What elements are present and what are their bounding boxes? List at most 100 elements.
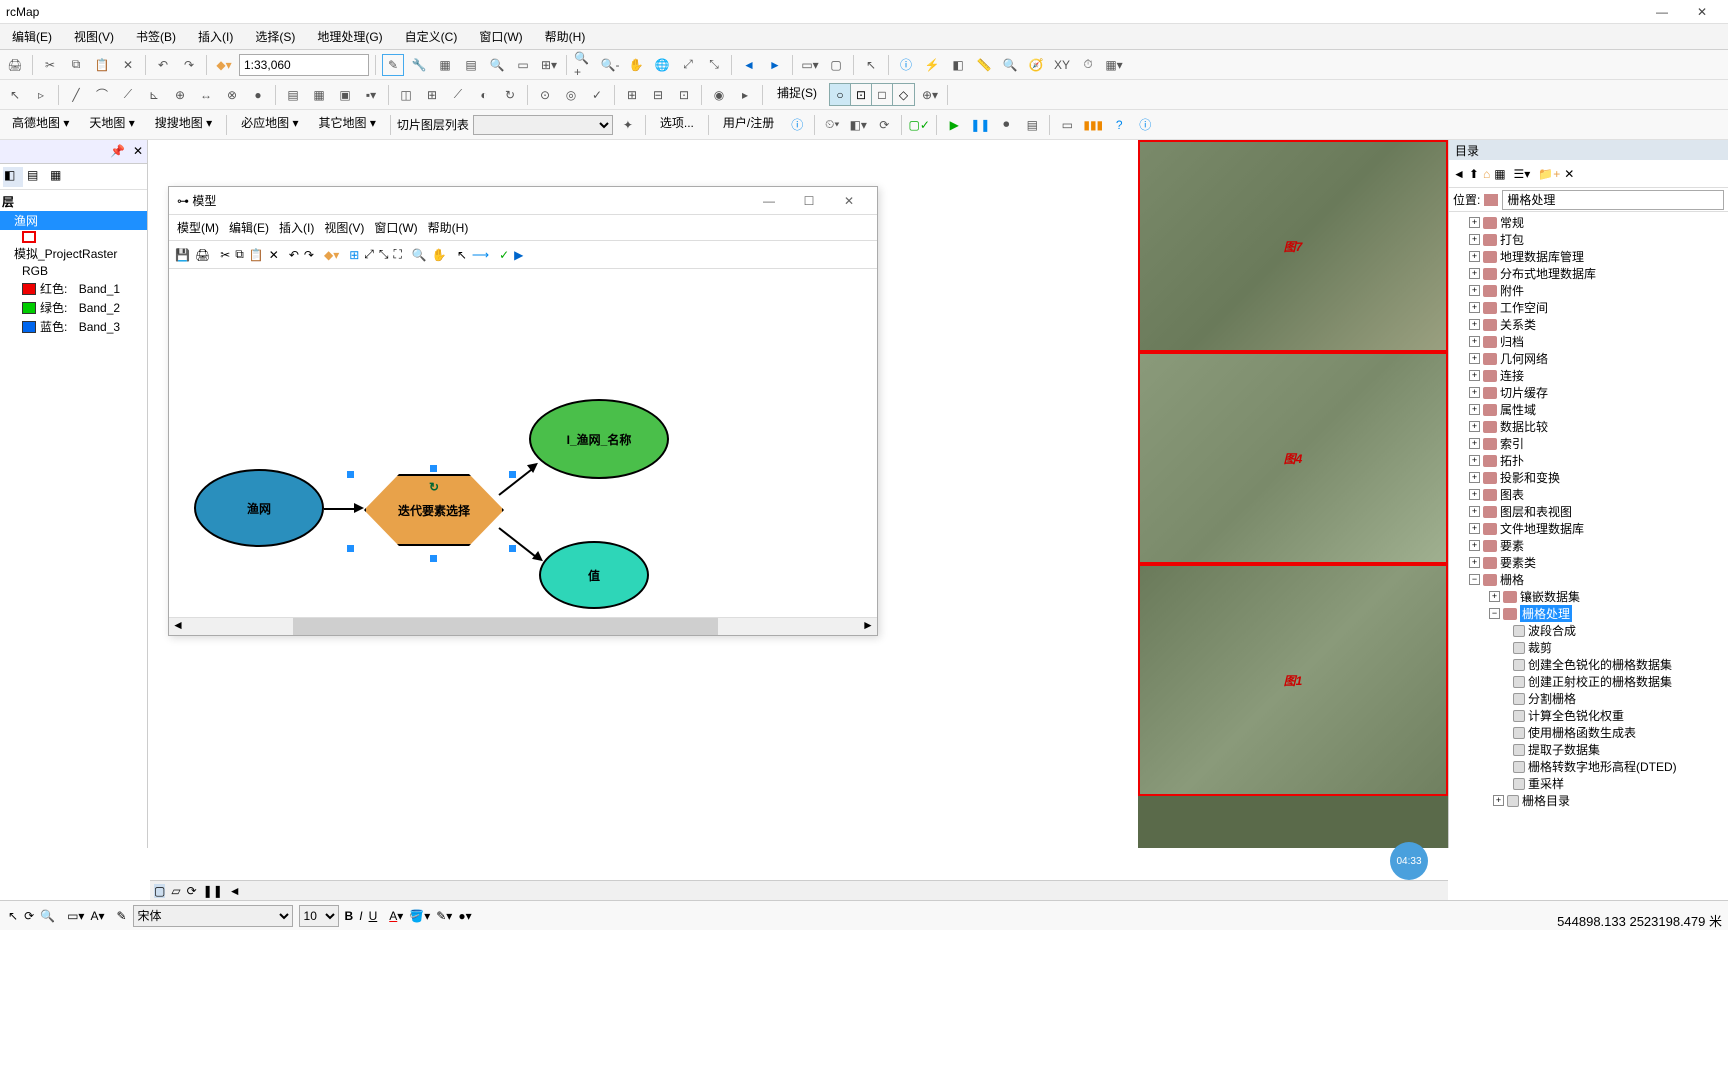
find-icon[interactable]: 🔍 [999,54,1021,76]
post-icon[interactable]: ▸ [734,84,756,106]
model-fixed-zoom-icon[interactable]: ⤡ [379,247,389,262]
trace-icon[interactable]: ⟋ [117,84,139,106]
model-full-extent-icon[interactable]: ⤢ [364,247,374,262]
toc-band-blue[interactable]: 蓝色: Band_3 [0,317,147,336]
model-node-output2[interactable]: 值 [539,541,649,609]
catalog-tool[interactable]: 创建正射校正的栅格数据集 [1449,673,1728,690]
arc-segment-icon[interactable]: ⌒ [91,84,113,106]
pan-icon[interactable]: ✋ [625,54,647,76]
expand-icon[interactable]: + [1469,370,1480,381]
info-icon[interactable]: ⓘ [786,114,808,136]
model-fit-icon[interactable]: ⛶ [394,247,402,262]
edit-vertices-icon[interactable]: ▣ [334,84,356,106]
select-elements-icon[interactable]: ↖ [860,54,882,76]
undo-icon[interactable]: ↶ [152,54,174,76]
edit-tool-icon[interactable]: ↖ [4,84,26,106]
cat-disconnect-icon[interactable]: ✕ [1564,167,1574,181]
list-by-drawing-icon[interactable]: ◧ [3,167,23,187]
list-by-visibility-icon[interactable]: ▦ [49,167,69,187]
menu-customize[interactable]: 自定义(C) [399,26,464,47]
layer-icon[interactable]: ◧▾ [847,114,869,136]
catalog-item[interactable]: +分布式地理数据库 [1449,265,1728,282]
catalog-tool[interactable]: 创建全色锐化的栅格数据集 [1449,656,1728,673]
catalog-item[interactable]: +地理数据库管理 [1449,248,1728,265]
model-h-scrollbar[interactable]: ◄ ► [169,617,877,635]
help-icon[interactable]: ? [1108,114,1130,136]
catalog-item[interactable]: +连接 [1449,367,1728,384]
menu-windows[interactable]: 窗口(W) [473,26,528,47]
italic-icon[interactable]: I [359,909,362,923]
draw-text-icon[interactable]: A▾ [90,909,104,923]
expand-icon[interactable]: + [1469,472,1480,483]
menu-geoprocessing[interactable]: 地理处理(G) [311,26,388,47]
expand-icon[interactable]: + [1469,455,1480,466]
georef-rotate-icon[interactable]: ↻ [499,84,521,106]
catalog-tool[interactable]: +栅格目录 [1449,792,1728,809]
catalog-item[interactable]: +图层和表视图 [1449,503,1728,520]
search-icon[interactable]: 🔍 [486,54,508,76]
model-menu-help[interactable]: 帮助(H) [428,219,469,236]
drawing-left-icon[interactable]: ◄ [229,884,241,898]
record-icon[interactable]: ⏺ [995,114,1017,136]
model-delete-icon[interactable]: ✕ [269,248,279,262]
model-max-button[interactable]: ☐ [789,194,829,208]
scale-input[interactable] [239,54,369,76]
snapping-menu[interactable]: 捕捉(S) [769,84,825,106]
catalog-item[interactable]: +关系类 [1449,316,1728,333]
bold-icon[interactable]: B [345,909,354,923]
catalog-item[interactable]: +归档 [1449,333,1728,350]
model-add-data-icon[interactable]: ◆▾ [324,248,339,262]
export-icon[interactable]: ▤ [1021,114,1043,136]
font-color-icon[interactable]: A▾ [389,909,403,923]
select-features-icon[interactable]: ▭▾ [799,54,821,76]
catalog-item[interactable]: +几何网络 [1449,350,1728,367]
snap-edge-icon[interactable]: ◇ [893,84,914,105]
model-undo-icon[interactable]: ↶ [289,248,299,262]
georef-auto-icon[interactable]: ◐ [473,84,495,106]
identify-icon[interactable]: ⓘ [895,54,917,76]
data-view-icon[interactable]: ▢ [154,884,165,898]
model-print-icon[interactable]: 🖨 [195,248,210,262]
snap-intersection-icon[interactable]: ⊕▾ [919,84,941,106]
cat-home-icon[interactable]: ⌂ [1483,167,1490,181]
topology-icon[interactable]: ◎ [560,84,582,106]
line-color-icon[interactable]: ✎▾ [436,909,452,923]
parcel-edit-icon[interactable]: ⊟ [647,84,669,106]
table-icon[interactable]: ▤ [460,54,482,76]
font-size-select[interactable]: 10 [299,905,339,927]
menu-insert[interactable]: 插入(I) [192,26,239,47]
straight-segment-icon[interactable]: ╱ [65,84,87,106]
menu-help[interactable]: 帮助(H) [539,26,592,47]
parcel-construct-icon[interactable]: ⊡ [673,84,695,106]
catalog-tool[interactable]: 栅格转数字地形高程(DTED) [1449,758,1728,775]
catalog-item[interactable]: +属性域 [1449,401,1728,418]
time-slider-icon[interactable]: ⏱ [1077,54,1099,76]
model-canvas[interactable]: 渔网 ↻ 迭代要素选择 I_渔网_名称 值 [169,269,877,617]
close-button[interactable]: ✕ [1682,5,1722,19]
network-edit-icon[interactable]: ◫ [395,84,417,106]
toc-fishnet-symbol[interactable] [0,230,147,244]
spatial-adj-icon[interactable]: ⊙ [534,84,556,106]
about-icon[interactable]: ⓘ [1134,114,1156,136]
add-tile-icon[interactable]: ✦ [617,114,639,136]
play-icon[interactable]: ▶ [943,114,965,136]
expand-icon[interactable]: + [1489,591,1500,602]
expand-icon[interactable]: + [1469,234,1480,245]
catalog-item[interactable]: +文件地理数据库 [1449,520,1728,537]
draw-select-icon[interactable]: ↖ [8,909,18,923]
edit-annotation-icon[interactable]: ▹ [30,84,52,106]
refresh-view-icon[interactable]: ⟳ [187,884,197,898]
model-menu-edit[interactable]: 编辑(E) [229,219,269,236]
catalog-tool[interactable]: 重采样 [1449,775,1728,792]
toc-raster-layer[interactable]: 模拟_ProjectRaster [0,244,147,263]
end-point-icon[interactable]: ● [247,84,269,106]
full-extent-icon[interactable]: 🌐 [651,54,673,76]
distance-icon[interactable]: ↔ [195,84,217,106]
expand-icon[interactable]: + [1469,540,1480,551]
cat-toggle-icon[interactable]: ▦ [1494,167,1505,181]
catalog-item[interactable]: +打包 [1449,231,1728,248]
catalog-item[interactable]: +切片缓存 [1449,384,1728,401]
cat-view-icon[interactable]: ☰▾ [1514,167,1531,181]
menu-bookmarks[interactable]: 书签(B) [130,26,182,47]
toc-band-red[interactable]: 红色: Band_1 [0,279,147,298]
